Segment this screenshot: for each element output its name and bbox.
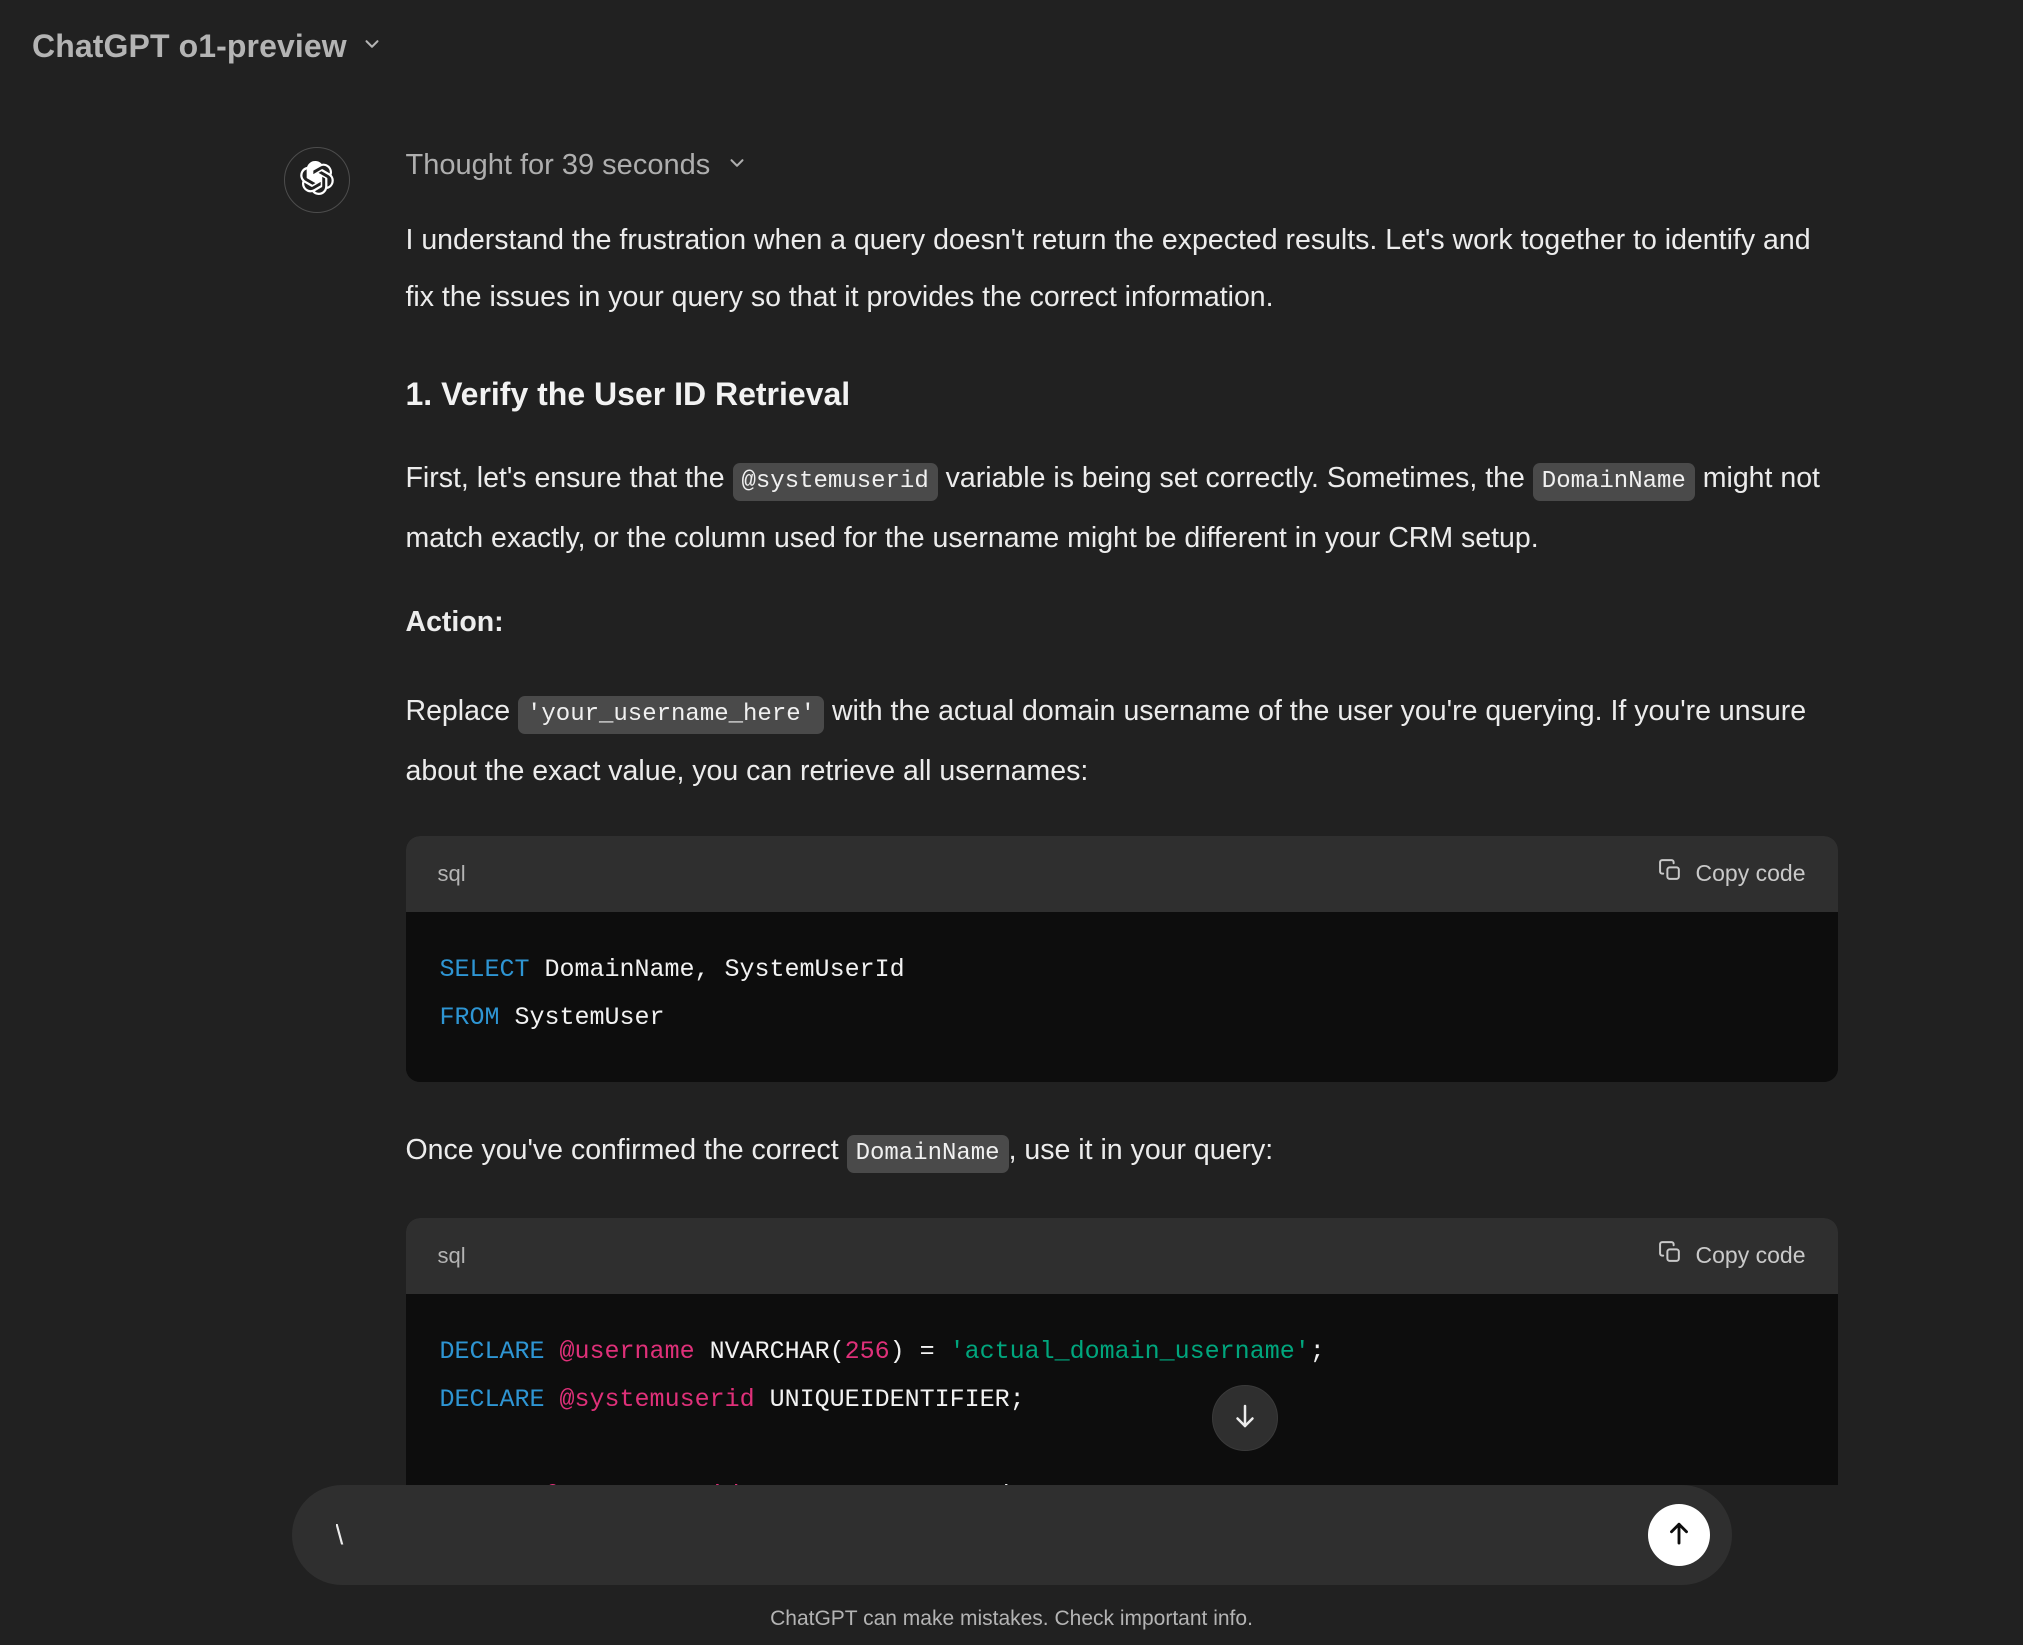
action-label: Action: bbox=[405, 605, 504, 638]
code-token: UNIQUEIDENTIFIER; bbox=[754, 1384, 1025, 1414]
intro-paragraph: I understand the frustration when a quer… bbox=[405, 224, 1811, 313]
inline-code-systemuserid: @systemuserid bbox=[732, 462, 938, 501]
inline-code-your-username-here: 'your_username_here' bbox=[517, 695, 825, 734]
copy-icon bbox=[1658, 1240, 1683, 1271]
code-block-1-header: sql Copy code bbox=[405, 835, 1838, 912]
code-token: DECLARE bbox=[439, 1384, 545, 1414]
copy-code-label: Copy code bbox=[1695, 1242, 1806, 1269]
inline-code-domainname-1: DomainName bbox=[1532, 462, 1695, 501]
arrow-up-icon bbox=[1664, 1518, 1694, 1553]
verify-text-1: First, let's ensure that the bbox=[405, 461, 733, 494]
confirm-text-2: , use it in your query: bbox=[1008, 1133, 1274, 1166]
code-token: @systemuserid bbox=[559, 1384, 755, 1414]
model-switcher-button[interactable]: ChatGPT o1-preview bbox=[26, 20, 397, 73]
copy-icon bbox=[1658, 858, 1683, 889]
code-block-2-header: sql Copy code bbox=[405, 1217, 1838, 1294]
code-token: @username bbox=[559, 1336, 695, 1366]
inline-code-domainname-2: DomainName bbox=[846, 1134, 1009, 1173]
confirm-paragraph: Once you've confirmed the correct Domain… bbox=[406, 1122, 1838, 1182]
chevron-down-icon bbox=[361, 33, 383, 60]
composer-area: ChatGPT can make mistakes. Check importa… bbox=[0, 1485, 2023, 1645]
verify-text-2: variable is being set correctly. Sometim… bbox=[937, 461, 1533, 494]
conversation-scroll-area[interactable]: Thought for 39 seconds I understand the … bbox=[0, 92, 2023, 1645]
replace-text-1: Replace bbox=[405, 694, 518, 727]
copy-code-button[interactable]: Copy code bbox=[1654, 852, 1810, 895]
code-token: DECLARE bbox=[439, 1336, 545, 1366]
section-heading: 1. Verify the User ID Retrieval bbox=[405, 376, 851, 412]
code-token: DomainName, SystemUserId bbox=[529, 954, 905, 984]
model-name-label: ChatGPT o1-preview bbox=[32, 27, 347, 64]
disclaimer-text: ChatGPT can make mistakes. Check importa… bbox=[770, 1607, 1253, 1630]
copy-code-label: Copy code bbox=[1695, 860, 1806, 887]
copy-code-button[interactable]: Copy code bbox=[1654, 1234, 1810, 1277]
code-token: NVARCHAR( bbox=[694, 1336, 845, 1366]
code-block-1: sql Copy code SELECT DomainName, SystemU… bbox=[405, 835, 1838, 1082]
assistant-message: Thought for 39 seconds I understand the … bbox=[283, 92, 1838, 1586]
chatgpt-window: ChatGPT o1-preview Thought for 39 second… bbox=[0, 0, 2023, 1645]
replace-paragraph: Replace 'your_username_here' with the ac… bbox=[406, 683, 1838, 800]
message-input[interactable] bbox=[335, 1515, 1648, 1555]
composer[interactable] bbox=[291, 1485, 1732, 1585]
send-button[interactable] bbox=[1647, 1504, 1710, 1566]
code-token: SELECT bbox=[439, 954, 530, 984]
arrow-down-icon bbox=[1230, 1401, 1260, 1436]
thought-toggle[interactable]: Thought for 39 seconds bbox=[406, 149, 749, 182]
code-token: 'actual_domain_username' bbox=[949, 1336, 1310, 1366]
code-token: FROM bbox=[439, 1002, 500, 1032]
code-language-label: sql bbox=[437, 1242, 466, 1268]
chevron-down-icon bbox=[726, 152, 748, 179]
code-block-1-content: SELECT DomainName, SystemUserId FROM Sys… bbox=[405, 911, 1838, 1082]
code-language-label: sql bbox=[437, 860, 466, 886]
thought-label: Thought for 39 seconds bbox=[405, 149, 711, 181]
code-token: ) = bbox=[889, 1336, 950, 1366]
confirm-text-1: Once you've confirmed the correct bbox=[405, 1133, 847, 1166]
code-token: SystemUser bbox=[499, 1002, 665, 1032]
top-bar: ChatGPT o1-preview bbox=[0, 0, 2023, 92]
avatar bbox=[283, 147, 350, 213]
verify-paragraph: First, let's ensure that the @systemuser… bbox=[406, 450, 1838, 567]
code-token: ; bbox=[1309, 1336, 1325, 1366]
openai-logo-icon bbox=[299, 160, 334, 200]
code-token: 256 bbox=[844, 1336, 890, 1366]
scroll-to-bottom-button[interactable] bbox=[1212, 1385, 1278, 1451]
assistant-message-body: Thought for 39 seconds I understand the … bbox=[405, 149, 1838, 1586]
